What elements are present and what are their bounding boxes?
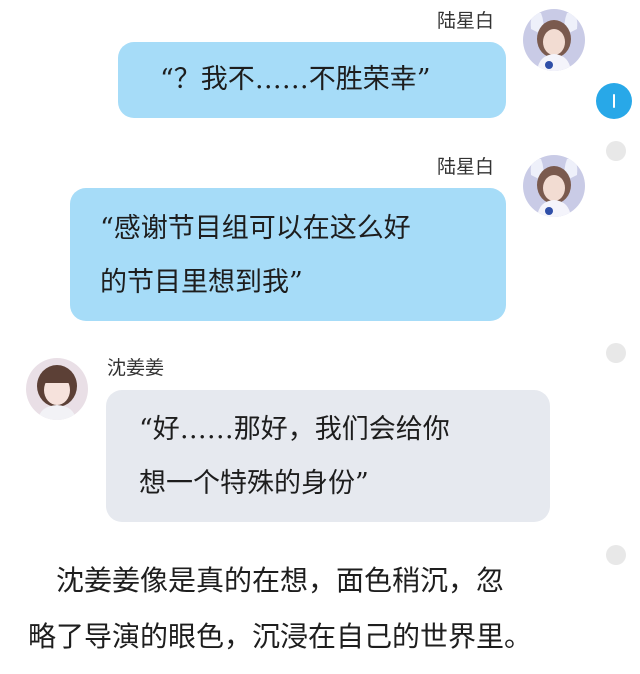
narration-line: 略了导演的眼色，沉浸在自己的世界里。 bbox=[28, 620, 533, 653]
scroll-marker[interactable] bbox=[606, 343, 626, 363]
avatar-image bbox=[523, 9, 585, 71]
avatar-image bbox=[26, 358, 88, 420]
avatar[interactable] bbox=[26, 358, 88, 420]
message-line: “？我不……不胜荣幸” bbox=[160, 64, 431, 95]
narration-line: 沈姜姜像是真的在想，面色稍沉，忽 bbox=[28, 564, 505, 597]
scroll-indicator-mark bbox=[613, 94, 615, 108]
sender-name: 沈姜姜 bbox=[107, 357, 165, 379]
avatar[interactable] bbox=[523, 9, 585, 71]
message-line: 想一个特殊的身份” bbox=[139, 468, 369, 499]
scroll-marker[interactable] bbox=[606, 141, 626, 161]
scroll-position-indicator[interactable] bbox=[596, 83, 632, 119]
message-line: 的节目里想到我” bbox=[100, 267, 303, 298]
message-line: “好……那好，我们会给你 bbox=[139, 414, 450, 445]
sender-name: 陆星白 bbox=[437, 156, 495, 178]
avatar[interactable] bbox=[523, 155, 585, 217]
scroll-marker[interactable] bbox=[606, 545, 626, 565]
sender-name: 陆星白 bbox=[437, 10, 495, 32]
message-bubble[interactable]: “好……那好，我们会给你 想一个特殊的身份” bbox=[106, 390, 550, 522]
avatar-image bbox=[523, 155, 585, 217]
message-line: “感谢节目组可以在这么好 bbox=[100, 213, 411, 244]
message-bubble[interactable]: “？我不……不胜荣幸” bbox=[118, 42, 506, 118]
narration-paragraph: 沈姜姜像是真的在想，面色稍沉，忽 略了导演的眼色，沉浸在自己的世界里。 bbox=[28, 553, 588, 665]
message-bubble[interactable]: “感谢节目组可以在这么好 的节目里想到我” bbox=[70, 188, 506, 321]
